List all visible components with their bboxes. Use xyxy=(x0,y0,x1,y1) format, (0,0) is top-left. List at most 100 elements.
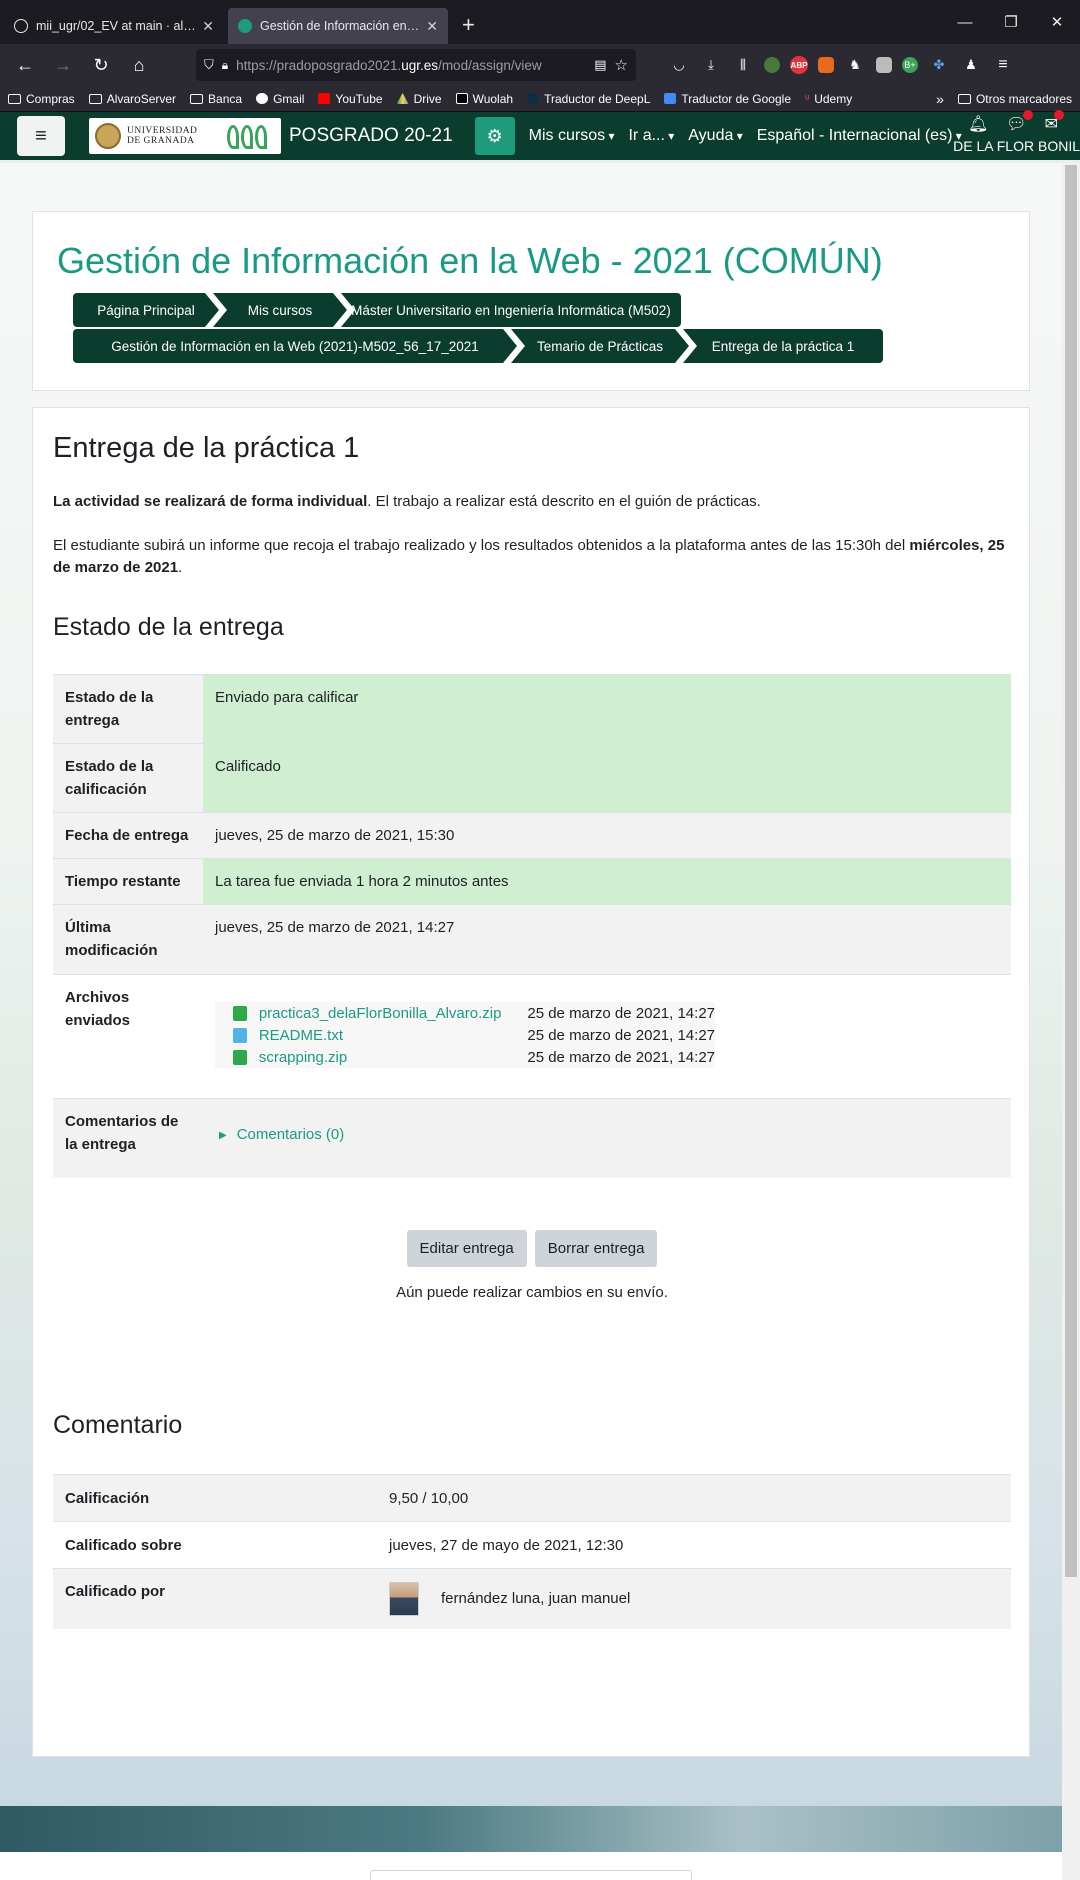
extension-icon[interactable]: ✤ xyxy=(928,54,950,76)
bookmark-wuolah[interactable]: Wuolah xyxy=(455,92,513,106)
mail-icon[interactable]: ✉ xyxy=(1045,110,1064,134)
extension-icon[interactable]: ♞ xyxy=(844,54,866,76)
menu-ayuda[interactable]: Ayuda xyxy=(688,127,742,145)
new-tab-button[interactable]: + xyxy=(448,12,489,44)
other-bookmarks[interactable]: Otros marcadores xyxy=(957,92,1072,106)
folder-icon xyxy=(957,93,971,104)
bell-icon[interactable]: 🔔︎ xyxy=(968,114,988,134)
last-modified-value: jueves, 25 de marzo de 2021, 14:27 xyxy=(203,904,1011,975)
extension-icon[interactable]: ♟ xyxy=(960,54,982,76)
minimize-icon[interactable]: — xyxy=(942,14,988,31)
drawer-toggle-button[interactable]: ≡ xyxy=(17,116,65,156)
drive-icon xyxy=(396,93,409,104)
home-icon[interactable]: ⌂ xyxy=(122,49,156,81)
page-scrollbar[interactable] xyxy=(1062,163,1080,1880)
prado-leaf-icon xyxy=(225,123,275,149)
bookmark-youtube[interactable]: YouTube xyxy=(318,92,383,106)
bookmark-udemy[interactable]: ᵘ Udemy xyxy=(805,92,852,106)
grade-value: 9,50 / 10,00 xyxy=(377,1474,1011,1522)
bookmarks-bar: Compras AlvaroServer Banca Gmail YouTube… xyxy=(0,86,1080,112)
main-region: Entrega de la práctica 1 La actividad se… xyxy=(32,407,1030,1757)
forward-icon[interactable]: → xyxy=(46,49,80,81)
chat-icon[interactable]: 💬︎ xyxy=(1006,110,1033,134)
row-label: Calificado por xyxy=(53,1568,377,1629)
download-icon[interactable]: ⤓ xyxy=(700,54,722,76)
reload-icon[interactable]: ↻ xyxy=(84,49,118,81)
table-row: Comentarios de la entrega ▶ Comentarios (… xyxy=(53,1098,1011,1178)
breadcrumb-item-mis-cursos[interactable]: Mis cursos xyxy=(213,293,347,327)
file-link[interactable]: README.txt xyxy=(259,1024,528,1047)
breadcrumb-item-course[interactable]: Gestión de Información en la Web (2021)-… xyxy=(73,329,517,363)
bookmark-google-translate[interactable]: Traductor de Google xyxy=(664,92,791,106)
scrollbar-thumb[interactable] xyxy=(1065,165,1077,1577)
edit-submission-button[interactable]: Editar entrega xyxy=(406,1230,527,1267)
menu-ir-a[interactable]: Ir a... xyxy=(628,127,674,145)
bookmark-star-icon[interactable]: ☆ xyxy=(615,56,628,74)
activity-description: El estudiante subirá un informe que reco… xyxy=(53,537,1005,576)
site-name[interactable]: POSGRADO 20-21 xyxy=(289,125,453,147)
file-date: 25 de marzo de 2021, 14:27 xyxy=(527,1004,715,1022)
menu-mis-cursos[interactable]: Mis cursos xyxy=(529,127,615,145)
footer-button[interactable] xyxy=(370,1870,692,1880)
delete-submission-button[interactable]: Borrar entrega xyxy=(534,1230,658,1267)
file-link[interactable]: scrapping.zip xyxy=(259,1046,528,1069)
breadcrumb-item-home[interactable]: Página Principal xyxy=(73,293,219,327)
extension-icon[interactable] xyxy=(818,57,834,73)
file-link[interactable]: practica3_delaFlorBonilla_Alvaro.zip xyxy=(259,1002,528,1025)
wuolah-icon xyxy=(455,93,468,104)
bookmark-banca[interactable]: Banca xyxy=(190,92,242,106)
url-text[interactable]: https://pradoposgrado2021.ugr.es/mod/ass… xyxy=(236,58,586,73)
menu-icon[interactable]: ≡ xyxy=(992,54,1014,76)
close-window-icon[interactable]: ✕ xyxy=(1034,13,1080,31)
comments-toggle-link[interactable]: ▶ Comentarios (0) xyxy=(219,1123,344,1147)
bookmark-gmail[interactable]: Gmail xyxy=(256,92,304,106)
row-label: Estado de la calificación xyxy=(53,743,203,813)
extension-icon[interactable] xyxy=(876,57,892,73)
grader-name[interactable]: fernández luna, juan manuel xyxy=(441,1590,630,1607)
submission-note: Aún puede realizar cambios en su envío. xyxy=(396,1284,668,1301)
settings-button[interactable]: ⚙ xyxy=(474,117,515,155)
breadcrumb-item-current[interactable]: Entrega de la práctica 1 xyxy=(683,329,883,363)
page-header: Gestión de Información en la Web - 2021 … xyxy=(32,211,1030,391)
close-tab-icon[interactable]: ✕ xyxy=(202,18,214,35)
pocket-icon[interactable]: ◡ xyxy=(668,54,690,76)
address-bar[interactable]: ⛉ 🔒︎ https://pradoposgrado2021.ugr.es/mo… xyxy=(196,49,636,81)
breadcrumb-item-temario[interactable]: Temario de Prácticas xyxy=(511,329,689,363)
udemy-icon: ᵘ xyxy=(805,93,810,105)
library-icon[interactable]: ⫼ xyxy=(732,54,754,76)
activity-title: Entrega de la práctica 1 xyxy=(53,432,360,464)
bookmark-compras[interactable]: Compras xyxy=(8,92,75,106)
lock-icon[interactable]: 🔒︎ xyxy=(222,58,228,73)
row-label: Calificación xyxy=(53,1474,377,1522)
avatar[interactable] xyxy=(389,1581,419,1616)
back-icon[interactable]: ← xyxy=(8,49,42,81)
extension-icon[interactable]: B+ xyxy=(902,57,918,73)
ugr-logo[interactable]: UNIVERSIDAD DE GRANADA xyxy=(89,118,281,154)
extension-icon[interactable] xyxy=(764,57,780,73)
notification-icons: 🔔︎ 💬︎ ✉ xyxy=(968,110,1064,134)
university-seal-icon xyxy=(95,123,121,149)
course-title: Gestión de Información en la Web - 2021 … xyxy=(57,240,883,281)
table-row: Tiempo restante La tarea fue enviada 1 h… xyxy=(53,858,1011,905)
browser-tab-prado[interactable]: Gestión de Información en la W ✕ xyxy=(228,8,448,44)
deepl-icon xyxy=(527,93,540,104)
user-menu[interactable]: DE LA FLOR BONIL xyxy=(953,138,1080,154)
moodle-leaf-icon xyxy=(238,19,252,33)
folder-icon xyxy=(190,93,204,104)
adblock-icon[interactable]: ABP xyxy=(790,56,808,74)
breadcrumb-item-master[interactable]: Máster Universitario en Ingeniería Infor… xyxy=(341,293,681,327)
menu-language[interactable]: Español - Internacional (es) xyxy=(757,127,962,145)
bookmark-alvaroserver[interactable]: AlvaroServer xyxy=(88,92,176,106)
browser-tab-github[interactable]: mii_ugr/02_EV at main · alvarod ✕ xyxy=(4,8,224,44)
bookmark-drive[interactable]: Drive xyxy=(396,92,442,106)
restore-icon[interactable]: ❐ xyxy=(988,13,1034,31)
more-bookmarks-icon[interactable]: » xyxy=(936,91,944,107)
shield-icon[interactable]: ⛉ xyxy=(204,57,214,73)
caret-right-icon: ▶ xyxy=(219,1130,227,1141)
close-tab-icon[interactable]: ✕ xyxy=(426,18,438,35)
reader-view-icon[interactable]: ▤ xyxy=(594,57,606,73)
row-label: Comentarios de la entrega xyxy=(53,1098,203,1178)
submitted-files-cell: practica3_delaFlorBonilla_Alvaro.zip 25 … xyxy=(203,974,1011,1099)
bookmark-deepl[interactable]: Traductor de DeepL xyxy=(527,92,650,106)
row-label: Tiempo restante xyxy=(53,858,203,905)
